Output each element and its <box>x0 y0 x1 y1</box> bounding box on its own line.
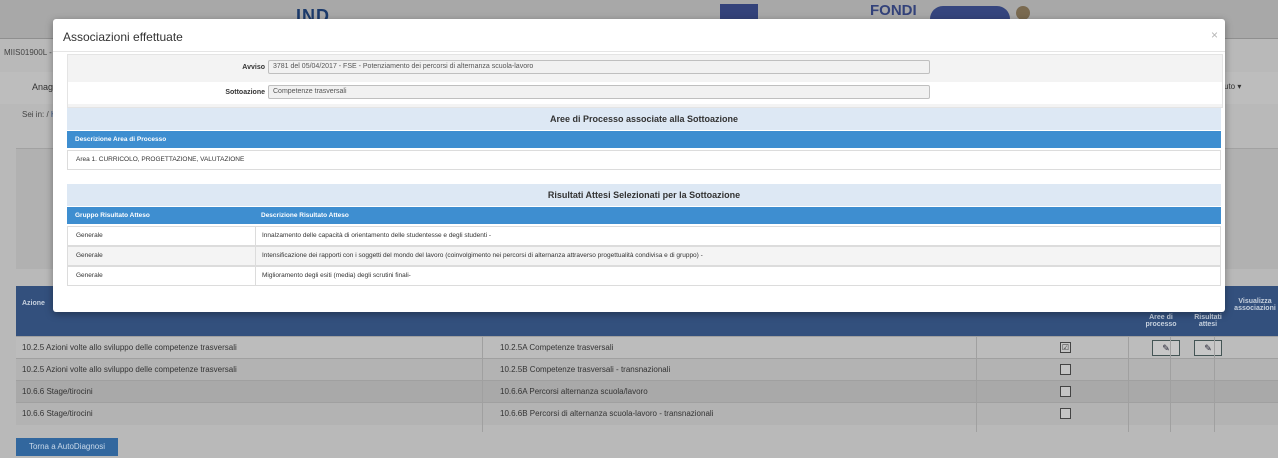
avviso-field: 3781 del 05/04/2017 - FSE - Potenziament… <box>268 60 930 74</box>
edit-risultati-button[interactable]: ✎ <box>1194 340 1222 356</box>
table-row: Generale Intensificazione dei rapporti c… <box>67 246 1221 266</box>
column-divider <box>1214 336 1215 432</box>
school-code: MIIS01900L - <box>4 48 52 57</box>
info-form: Avviso 3781 del 05/04/2017 - FSE - Poten… <box>67 54 1223 108</box>
modal-divider <box>53 51 1225 52</box>
row-azione: 10.6.6 Stage/tirocini <box>22 409 93 418</box>
sottoazione-field: Competenze trasversali <box>268 85 930 99</box>
gruppo-header: Gruppo Risultato Atteso <box>75 212 150 219</box>
table-row: 10.6.6 Stage/tirocini 10.6.6A Percorsi a… <box>16 380 1278 403</box>
row-sottoazione: 10.2.5B Competenze trasversali - transna… <box>500 365 671 374</box>
column-divider <box>1128 336 1129 432</box>
ministry-seal-icon <box>1016 6 1030 20</box>
gruppo-cell: Generale <box>76 232 103 239</box>
close-icon[interactable]: × <box>1211 28 1218 42</box>
edit-aree-button[interactable]: ✎ <box>1152 340 1180 356</box>
row-sottoazione: 10.6.6A Percorsi alternanza scuola/lavor… <box>500 387 648 396</box>
row-checkbox[interactable]: ☑ <box>1060 342 1071 353</box>
gruppo-cell: Generale <box>76 272 103 279</box>
column-divider <box>1170 336 1171 432</box>
breadcrumb-prefix: Sei in: <box>22 110 45 119</box>
row-checkbox[interactable] <box>1060 386 1071 397</box>
table-row: Generale Miglioramento degli esiti (medi… <box>67 266 1221 286</box>
row-sottoazione: 10.6.6B Percorsi di alternanza scuola-la… <box>500 409 714 418</box>
row-azione: 10.6.6 Stage/tirocini <box>22 387 93 396</box>
descrizione-header: Descrizione Risultato Atteso <box>261 212 349 219</box>
row-sottoazione: 10.2.5A Competenze trasversali <box>500 343 614 352</box>
row-azione: 10.2.5 Azioni volte allo sviluppo delle … <box>22 365 237 374</box>
gruppo-cell: Generale <box>76 252 103 259</box>
row-azione: 10.2.5 Azioni volte allo sviluppo delle … <box>22 343 237 352</box>
aree-section-title: Aree di Processo associate alla Sottoazi… <box>67 108 1221 130</box>
col-visualizza: Visualizza associazioni <box>1234 298 1276 312</box>
col-azione: Azione <box>22 300 45 307</box>
sottoazione-row: Sottoazione Competenze trasversali <box>68 82 1222 104</box>
associations-modal: Associazioni effettuate × Avviso 3781 de… <box>53 19 1225 312</box>
risultati-table-header: Gruppo Risultato Atteso Descrizione Risu… <box>67 207 1221 224</box>
table-row: 10.2.5 Azioni volte allo sviluppo delle … <box>16 336 1278 359</box>
avviso-label: Avviso <box>242 64 265 71</box>
modal-title: Associazioni effettuate <box>63 30 183 44</box>
sottoazione-label: Sottoazione <box>225 89 265 96</box>
table-row: 10.6.6 Stage/tirocini 10.6.6B Percorsi d… <box>16 402 1278 425</box>
col-risultati: Risultati attesi <box>1194 314 1222 328</box>
table-row: Area 1. CURRICOLO, PROGETTAZIONE, VALUTA… <box>67 150 1221 170</box>
fondi-logo: FONDI <box>870 2 917 19</box>
table-row: 10.2.5 Azioni volte allo sviluppo delle … <box>16 358 1278 381</box>
nav-item-user-menu[interactable]: uto ▾ <box>1224 82 1241 91</box>
descrizione-cell: Miglioramento degli esiti (media) degli … <box>262 272 411 279</box>
descrizione-cell: Intensificazione dei rapporti con i sogg… <box>262 252 703 259</box>
descrizione-cell: Innalzamento delle capacità di orientame… <box>262 232 492 239</box>
column-divider <box>976 336 977 432</box>
modal-body: Avviso 3781 del 05/04/2017 - FSE - Poten… <box>67 54 1223 308</box>
risultati-section-title: Risultati Attesi Selezionati per la Sott… <box>67 184 1221 206</box>
area-description: Area 1. CURRICOLO, PROGETTAZIONE, VALUTA… <box>76 156 245 163</box>
aree-table-header: Descrizione Area di Processo <box>67 131 1221 148</box>
column-divider <box>482 336 483 432</box>
col-aree: Aree di processo <box>1145 314 1177 328</box>
avviso-row: Avviso 3781 del 05/04/2017 - FSE - Poten… <box>68 57 1222 79</box>
table-row: Generale Innalzamento delle capacità di … <box>67 226 1221 246</box>
row-checkbox[interactable] <box>1060 408 1071 419</box>
aree-header: Descrizione Area di Processo <box>75 136 167 143</box>
back-to-autodiagnosi-button[interactable]: Torna a AutoDiagnosi <box>16 438 118 456</box>
row-checkbox[interactable] <box>1060 364 1071 375</box>
